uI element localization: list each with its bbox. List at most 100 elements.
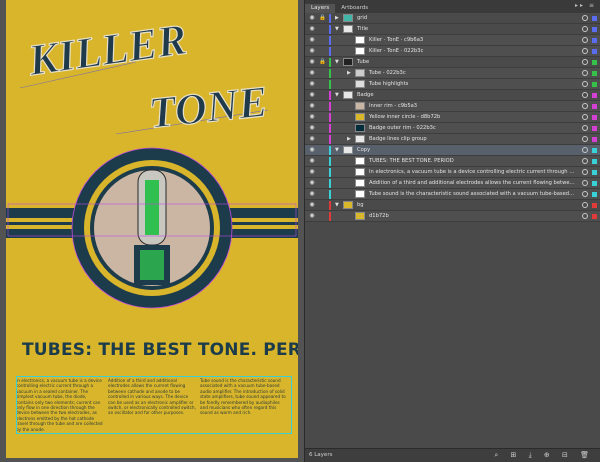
tab-layers[interactable]: Layers xyxy=(305,4,336,13)
layer-name[interactable]: TUBES: THE BEST TONE. PERIOD xyxy=(369,156,575,166)
target-circle-icon[interactable] xyxy=(582,92,588,98)
layer-row[interactable]: ◉ Killer · TonE · c9b6a3 xyxy=(305,35,600,46)
chevron-down-icon[interactable]: ▼ xyxy=(335,24,339,34)
layer-row[interactable]: ◉ Tube sound is the characteristic sound … xyxy=(305,189,600,200)
layer-name[interactable]: Tube sound is the characteristic sound a… xyxy=(369,189,575,199)
selection-indicator[interactable] xyxy=(592,104,597,109)
visibility-eye-icon[interactable]: ◉ xyxy=(308,68,316,78)
visibility-eye-icon[interactable]: ◉ xyxy=(308,46,316,56)
layer-row[interactable]: ◉ ▼ Title xyxy=(305,24,600,35)
document-canvas[interactable]: KILLER TONE TUBES: THE BEST TONE. PERIOD… xyxy=(0,0,304,462)
selection-indicator[interactable] xyxy=(592,137,597,142)
target-circle-icon[interactable] xyxy=(582,180,588,186)
layer-row[interactable]: ◉ 🔒 ▶ grid xyxy=(305,13,600,24)
layer-name[interactable]: grid xyxy=(357,13,575,23)
target-circle-icon[interactable] xyxy=(582,147,588,153)
layer-row[interactable]: ◉ ▼ Copy xyxy=(305,145,600,156)
body-column-1[interactable]: In electronics, a vacuum tube is a devic… xyxy=(16,378,104,432)
visibility-eye-icon[interactable]: ◉ xyxy=(308,200,316,210)
layer-name[interactable]: Killer · TonE · c9b6a3 xyxy=(369,35,575,45)
target-circle-icon[interactable] xyxy=(582,70,588,76)
layer-name[interactable]: Badge lines clip group xyxy=(369,134,575,144)
target-circle-icon[interactable] xyxy=(582,136,588,142)
layer-row[interactable]: ◉ Killer · TonE · 022b3c xyxy=(305,46,600,57)
chevron-down-icon[interactable]: ▼ xyxy=(335,90,339,100)
visibility-eye-icon[interactable]: ◉ xyxy=(308,57,316,67)
layer-row[interactable]: ◉ ▶ Badge lines clip group xyxy=(305,134,600,145)
target-circle-icon[interactable] xyxy=(582,26,588,32)
layer-row[interactable]: ◉ Inner rim - c9b5a3 xyxy=(305,101,600,112)
visibility-eye-icon[interactable]: ◉ xyxy=(308,178,316,188)
selection-indicator[interactable] xyxy=(592,71,597,76)
selection-indicator[interactable] xyxy=(592,115,597,120)
layer-row[interactable]: ◉ Badge outer rim - 022b3c xyxy=(305,123,600,134)
visibility-eye-icon[interactable]: ◉ xyxy=(308,13,316,23)
selection-indicator[interactable] xyxy=(592,170,597,175)
target-circle-icon[interactable] xyxy=(582,191,588,197)
layer-name[interactable]: Addition of a third and additional elect… xyxy=(369,178,575,188)
layer-name[interactable]: d1b72b xyxy=(369,211,575,221)
artboard[interactable]: KILLER TONE TUBES: THE BEST TONE. PERIOD… xyxy=(6,0,298,458)
layer-row[interactable]: ◉ ▼ bg xyxy=(305,200,600,211)
target-circle-icon[interactable] xyxy=(582,213,588,219)
layer-row[interactable]: ◉ d1b72b xyxy=(305,211,600,222)
layer-name[interactable]: Badge xyxy=(357,90,575,100)
body-column-2[interactable]: Addition of a third and additional elect… xyxy=(108,378,196,432)
layer-row[interactable]: ◉ 🔒 ▼ Tube xyxy=(305,57,600,68)
visibility-eye-icon[interactable]: ◉ xyxy=(308,123,316,133)
visibility-eye-icon[interactable]: ◉ xyxy=(308,145,316,155)
layer-row[interactable]: ◉ ▼ Badge xyxy=(305,90,600,101)
target-circle-icon[interactable] xyxy=(582,48,588,54)
visibility-eye-icon[interactable]: ◉ xyxy=(308,35,316,45)
footer-tools[interactable]: ⌕ ⊞ ⤓ ⊕ ⊟ 🗑 xyxy=(494,449,594,462)
layer-name[interactable]: Tube highlights xyxy=(369,79,575,89)
selection-indicator[interactable] xyxy=(592,60,597,65)
lock-icon[interactable]: 🔒 xyxy=(319,57,326,67)
layer-list[interactable]: ◉ 🔒 ▶ grid ◉ ▼ Title ◉ Killer · TonE · c9b6a3 ◉ Ki… xyxy=(305,13,600,222)
visibility-eye-icon[interactable]: ◉ xyxy=(308,79,316,89)
layer-name[interactable]: Tube - 022b3c xyxy=(369,68,575,78)
headline[interactable]: TUBES: THE BEST TONE. PERIOD xyxy=(22,340,298,360)
layer-name[interactable]: Copy xyxy=(357,145,575,155)
body-column-3[interactable]: Tube sound is the characteristic sound a… xyxy=(200,378,288,432)
layer-row[interactable]: ◉ Addition of a third and additional elec… xyxy=(305,178,600,189)
layers-panel[interactable]: Layers Artboards ▸▸ ≡ ◉ 🔒 ▶ grid ◉ ▼ Title ◉ Kil… xyxy=(304,0,600,462)
chevron-right-icon[interactable]: ▶ xyxy=(347,134,351,144)
visibility-eye-icon[interactable]: ◉ xyxy=(308,156,316,166)
target-circle-icon[interactable] xyxy=(582,114,588,120)
layer-row[interactable]: ◉ Yellow inner circle - d8b72b xyxy=(305,112,600,123)
chevron-right-icon[interactable]: ▶ xyxy=(347,68,351,78)
selection-indicator[interactable] xyxy=(592,159,597,164)
visibility-eye-icon[interactable]: ◉ xyxy=(308,167,316,177)
selection-indicator[interactable] xyxy=(592,49,597,54)
target-circle-icon[interactable] xyxy=(582,169,588,175)
selection-indicator[interactable] xyxy=(592,38,597,43)
target-circle-icon[interactable] xyxy=(582,202,588,208)
target-circle-icon[interactable] xyxy=(582,59,588,65)
chevron-right-icon[interactable]: ▶ xyxy=(335,13,339,23)
selection-indicator[interactable] xyxy=(592,148,597,153)
selection-indicator[interactable] xyxy=(592,203,597,208)
layer-name[interactable]: Title xyxy=(357,24,575,34)
layer-row[interactable]: ◉ ▶ Tube - 022b3c xyxy=(305,68,600,79)
visibility-eye-icon[interactable]: ◉ xyxy=(308,134,316,144)
target-circle-icon[interactable] xyxy=(582,103,588,109)
visibility-eye-icon[interactable]: ◉ xyxy=(308,112,316,122)
layer-row[interactable]: ◉ In electronics, a vacuum tube is a devi… xyxy=(305,167,600,178)
target-circle-icon[interactable] xyxy=(582,37,588,43)
visibility-eye-icon[interactable]: ◉ xyxy=(308,211,316,221)
chevron-down-icon[interactable]: ▼ xyxy=(335,200,339,210)
selection-indicator[interactable] xyxy=(592,192,597,197)
selection-indicator[interactable] xyxy=(592,181,597,186)
selection-indicator[interactable] xyxy=(592,126,597,131)
target-circle-icon[interactable] xyxy=(582,158,588,164)
layer-name[interactable]: Killer · TonE · 022b3c xyxy=(369,46,575,56)
panel-menu-icon[interactable]: ▸▸ ≡ xyxy=(575,2,596,9)
target-circle-icon[interactable] xyxy=(582,125,588,131)
layer-name[interactable]: Inner rim - c9b5a3 xyxy=(369,101,575,111)
selection-indicator[interactable] xyxy=(592,27,597,32)
layer-name[interactable]: In electronics, a vacuum tube is a devic… xyxy=(369,167,575,177)
selection-indicator[interactable] xyxy=(592,93,597,98)
target-circle-icon[interactable] xyxy=(582,81,588,87)
selection-indicator[interactable] xyxy=(592,82,597,87)
